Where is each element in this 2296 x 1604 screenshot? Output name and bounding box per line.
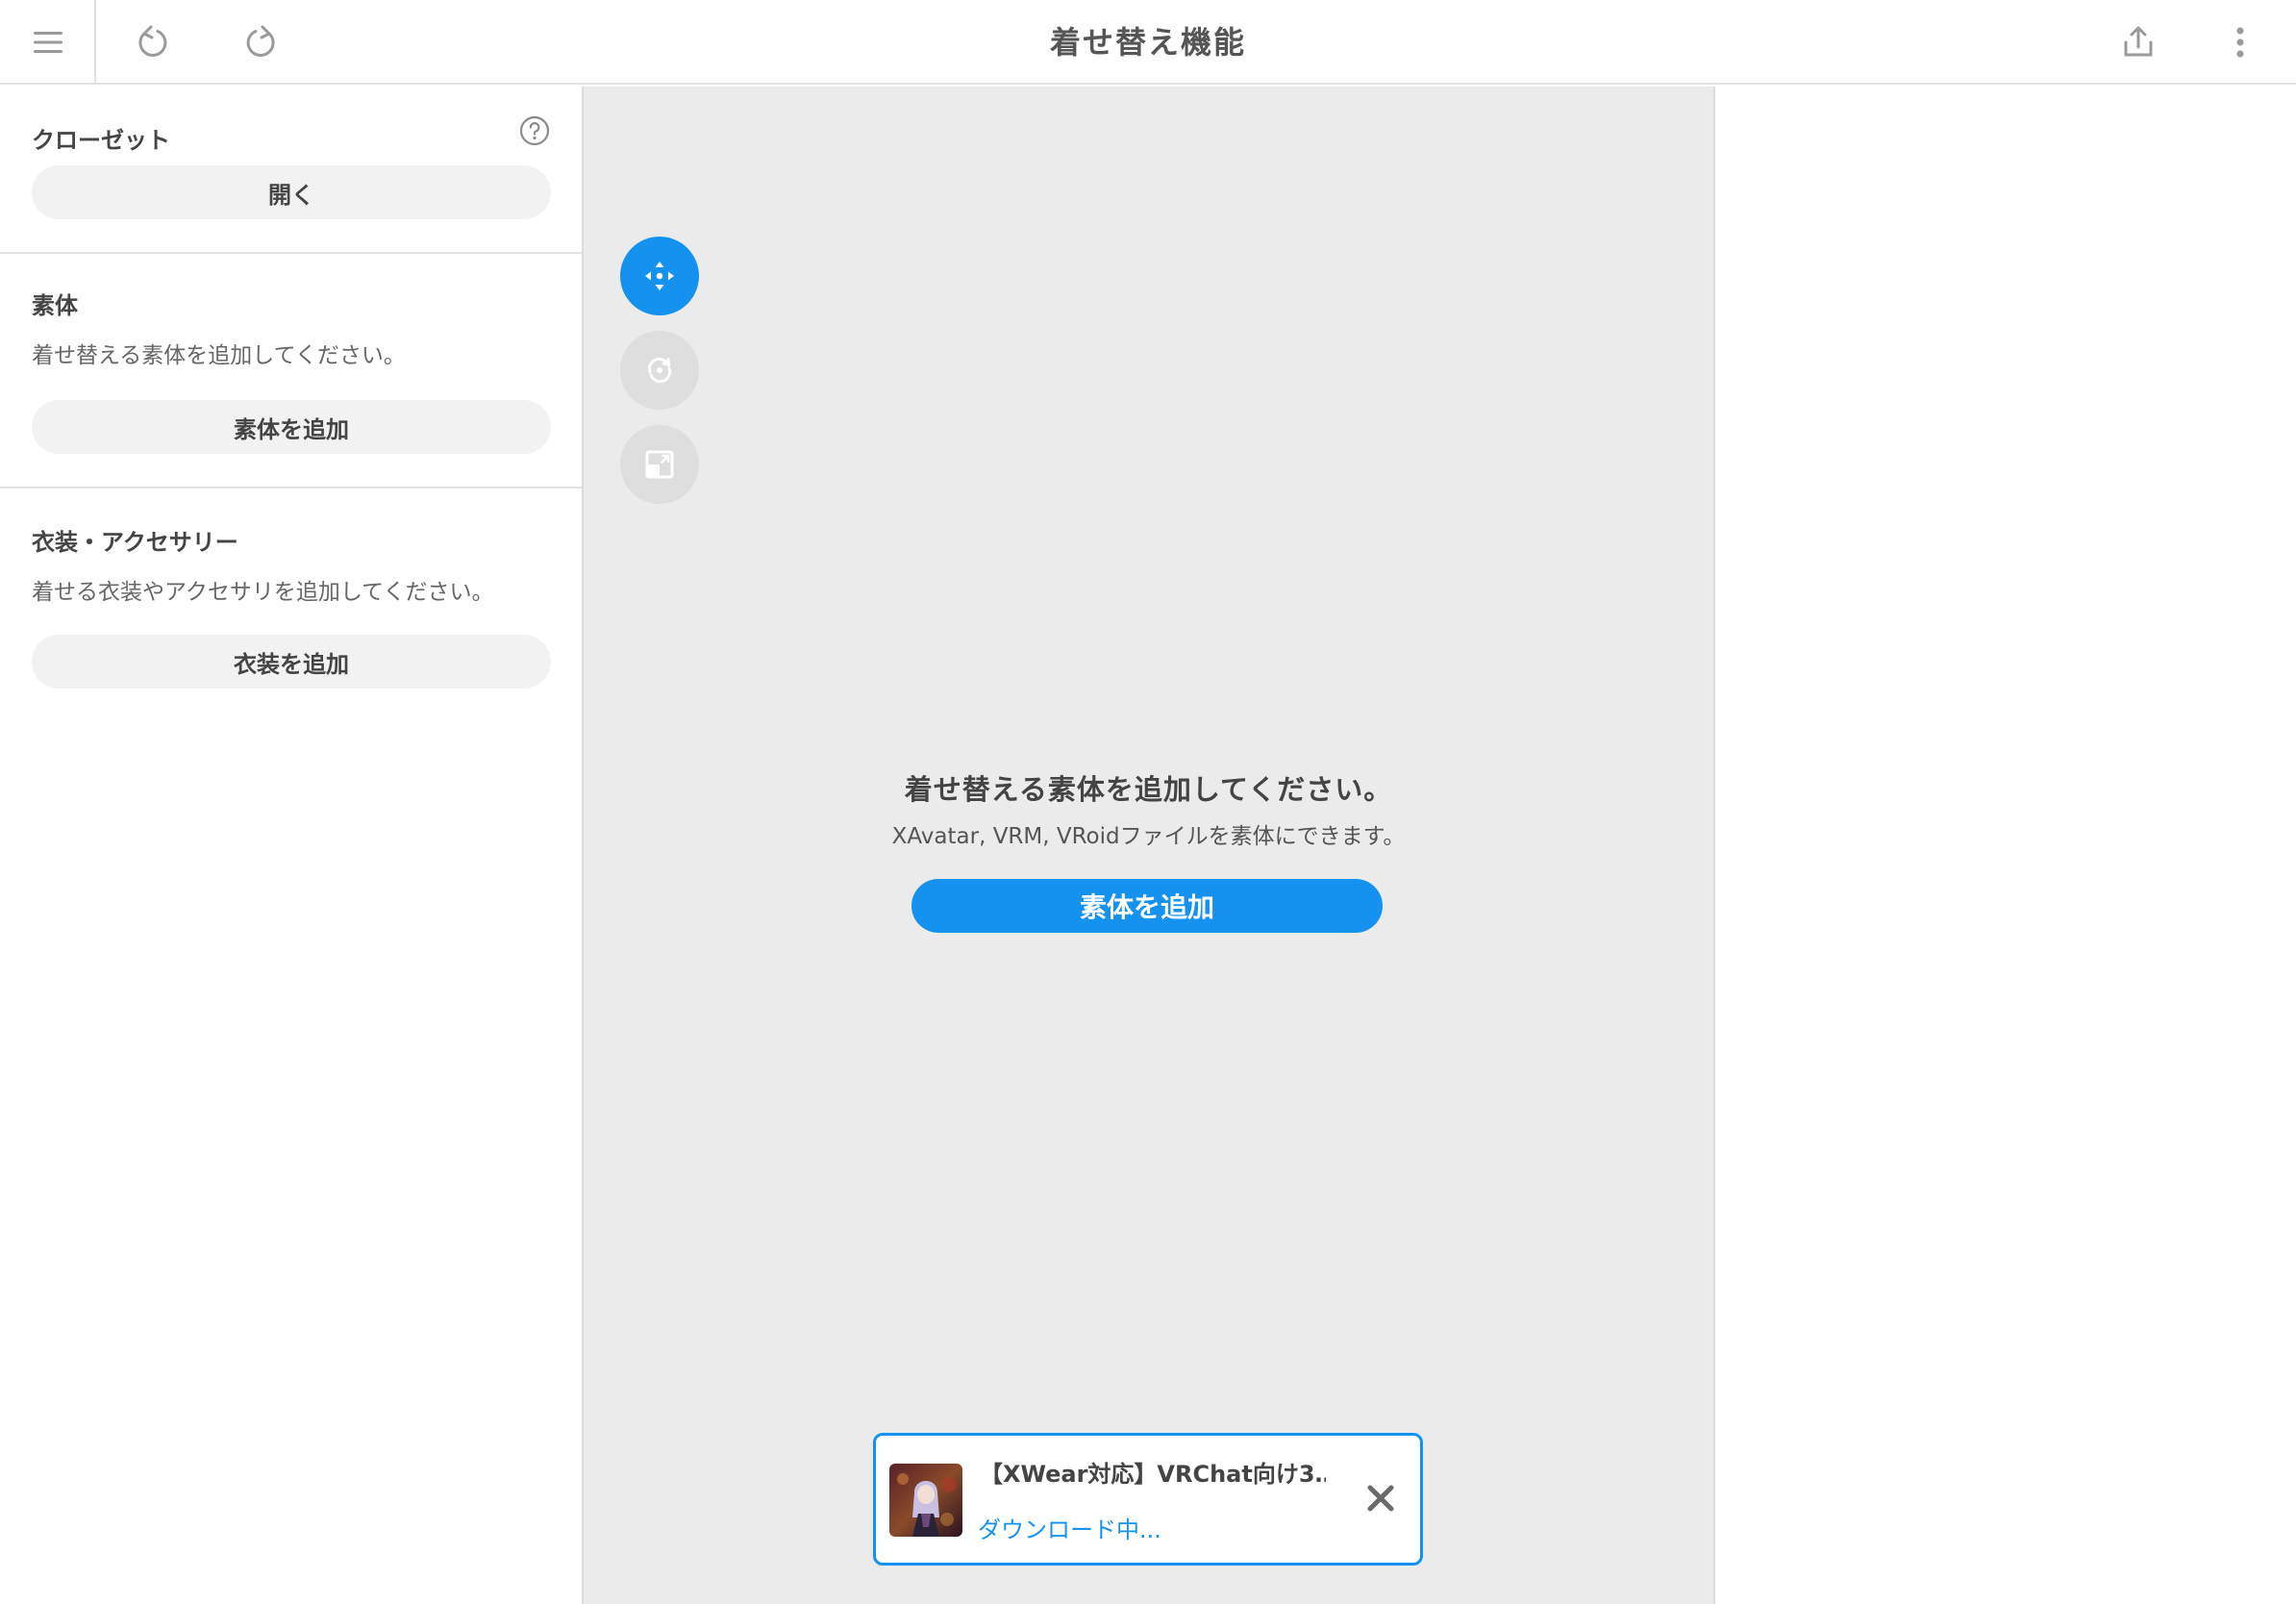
body-section: 素体 着せ替える素体を追加してください。 素体を追加 (0, 254, 582, 487)
close-toast-button[interactable] (1357, 1474, 1405, 1522)
share-icon (2124, 26, 2153, 57)
more-button[interactable] (2208, 10, 2273, 75)
page-title: 着せ替え機能 (1049, 24, 1246, 61)
scale-icon (645, 450, 674, 479)
add-outfit-button[interactable]: 衣装を追加 (32, 635, 551, 689)
closet-title: クローゼット (32, 127, 170, 154)
close-icon (1367, 1485, 1394, 1512)
rotate-icon (647, 357, 672, 384)
more-vertical-icon (2236, 27, 2244, 58)
right-panel (1715, 87, 2296, 1604)
empty-state-title: 着せ替える素体を追加してください。 (904, 773, 1393, 806)
share-button[interactable] (2106, 10, 2171, 75)
outfit-section: 衣装・アクセサリー 着せる衣装やアクセサリを追加してください。 衣装を追加 (0, 489, 582, 739)
top-bar: 着せ替え機能 (0, 0, 2296, 85)
left-panel: クローゼット 開く 素体 着せ替える素体を追加してください。 素体を追加 衣装・… (0, 87, 584, 1604)
scale-tool-button[interactable] (620, 425, 699, 504)
item-thumbnail (889, 1464, 962, 1537)
body-section-title: 素体 (32, 292, 78, 319)
add-body-button[interactable]: 素体を追加 (32, 400, 551, 454)
move-tool-button[interactable] (620, 237, 699, 315)
add-body-primary-button[interactable]: 素体を追加 (911, 879, 1383, 933)
outfit-section-title: 衣装・アクセサリー (32, 529, 238, 556)
help-icon[interactable] (519, 115, 550, 146)
download-toast[interactable]: 【XWear対応】VRChat向け3… ダウンロード中... (873, 1433, 1423, 1566)
3d-viewport[interactable]: 着せ替える素体を追加してください。 XAvatar, VRM, VRoidファイ… (584, 87, 1715, 1604)
closet-section: クローゼット 開く (0, 87, 582, 252)
toast-title: 【XWear対応】VRChat向け3… (980, 1461, 1326, 1488)
body-section-description: 着せ替える素体を追加してください。 (32, 343, 406, 368)
rotate-tool-button[interactable] (620, 331, 699, 410)
move-icon (645, 262, 674, 290)
outfit-section-description: 着せる衣装やアクセサリを追加してください。 (32, 580, 494, 605)
download-status: ダウンロード中... (978, 1516, 1161, 1543)
empty-state-subtitle: XAvatar, VRM, VRoidファイルを素体にできます。 (891, 824, 1406, 849)
open-closet-button[interactable]: 開く (32, 165, 551, 219)
